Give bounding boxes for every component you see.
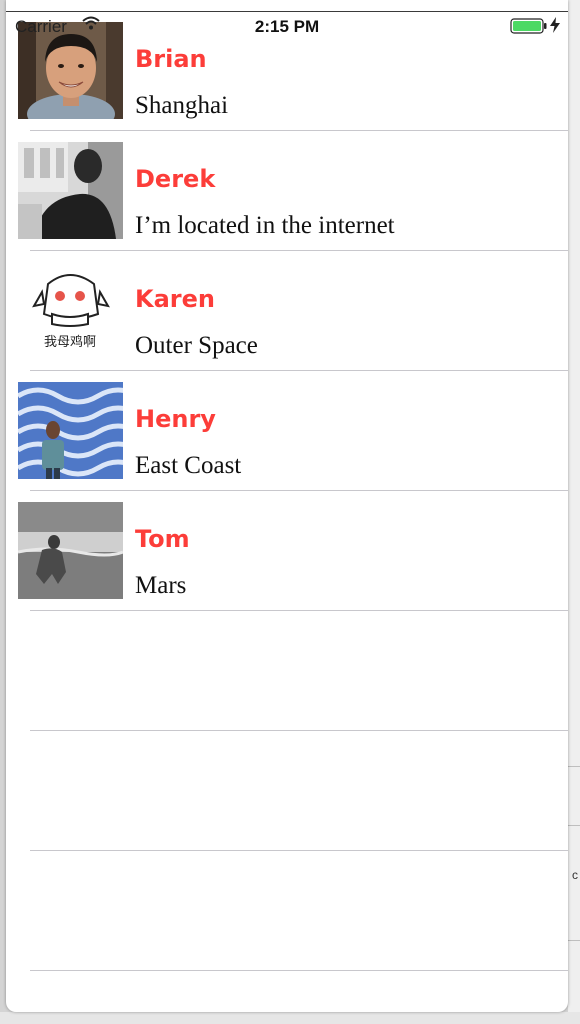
beach-bw-photo-icon [18, 502, 123, 599]
contact-name: Brian [135, 45, 207, 73]
table-row[interactable]: Derek I’m located in the internet [6, 131, 568, 251]
blue-waves-photo-icon [18, 382, 123, 479]
contact-location: Mars [135, 572, 187, 599]
avatar [18, 502, 123, 599]
status-time: 2:15 PM [254, 17, 320, 36]
contact-name: Karen [135, 285, 215, 313]
avatar [18, 382, 123, 479]
silhouette-photo-icon [18, 142, 123, 239]
window-top-border [6, 11, 568, 12]
phone-screen: Brian Shanghai Derek I’m located in the … [6, 0, 568, 1012]
bottom-strip [0, 1012, 580, 1024]
contacts-table[interactable]: Brian Shanghai Derek I’m located in the … [6, 0, 568, 1012]
contact-location: Outer Space [135, 332, 258, 359]
contact-name: Tom [135, 525, 190, 553]
divider [568, 825, 580, 826]
table-row[interactable]: Tom Mars [6, 491, 568, 611]
edge-glyph: c [572, 868, 578, 882]
avatar: 我母鸡啊 [18, 262, 123, 359]
divider [568, 940, 580, 941]
svg-text:我母鸡啊: 我母鸡啊 [44, 334, 96, 350]
anime-sticker-icon: 我母鸡啊 [18, 262, 123, 359]
contact-location: I’m located in the internet [135, 212, 395, 239]
battery-icon [510, 18, 548, 39]
contact-name: Henry [135, 405, 216, 433]
contact-location: East Coast [135, 452, 242, 479]
empty-row [6, 731, 568, 851]
avatar [18, 142, 123, 239]
contact-name: Derek [135, 165, 216, 193]
empty-row [6, 611, 568, 731]
charging-bolt-icon [550, 17, 560, 38]
row-separator [30, 970, 568, 971]
table-row[interactable]: Henry East Coast [6, 371, 568, 491]
contact-location: Shanghai [135, 92, 229, 119]
table-row[interactable]: 我母鸡啊 Karen Outer Space [6, 251, 568, 371]
empty-row [6, 851, 568, 971]
status-bar: Carrier 2:15 PM [6, 0, 568, 40]
divider [568, 766, 580, 767]
